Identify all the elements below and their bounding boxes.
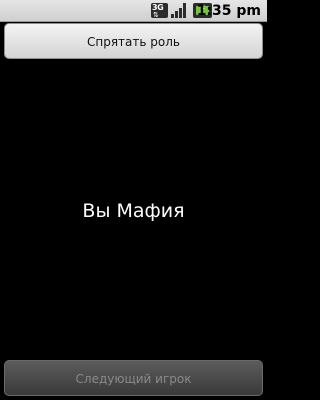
hide-role-button[interactable]: Спрятать роль [4,23,263,59]
signal-bars-icon [171,3,189,18]
status-bar: 3G ⇅ ⚡ 1:35 pm [0,0,267,22]
data-arrows-icon: ⇅ [153,11,159,19]
network-3g-icon: 3G ⇅ [151,3,168,19]
screen: 3G ⇅ ⚡ 1:35 pm Спрятать роль Вы Мафия Сл… [0,0,267,400]
next-player-button[interactable]: Следующий игрок [4,360,263,396]
role-label: Вы Мафия [82,200,185,222]
clock: 1:35 pm [196,3,261,19]
